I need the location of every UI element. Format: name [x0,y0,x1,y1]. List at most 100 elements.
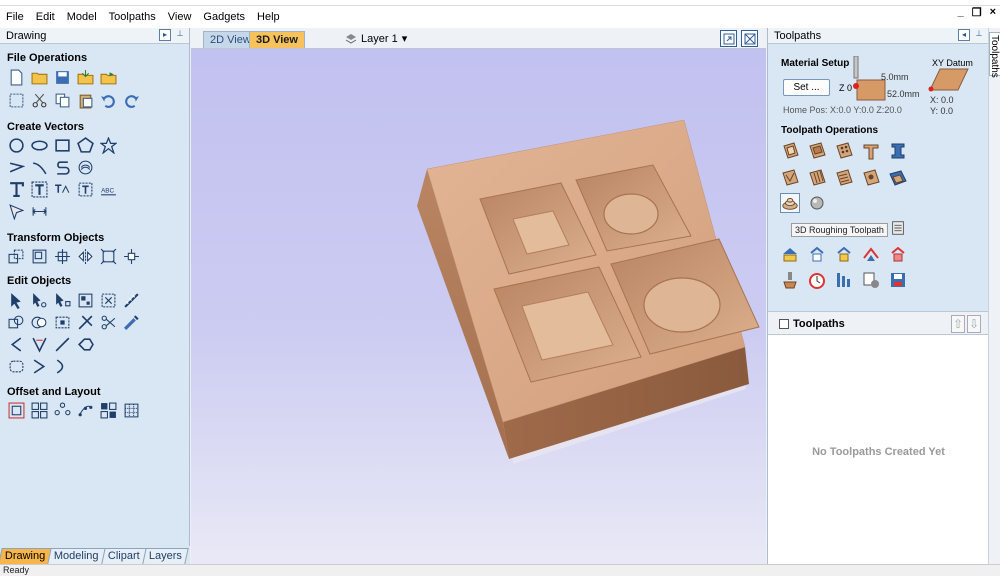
texture-toolpath-icon[interactable] [834,168,854,188]
ungroup-icon[interactable] [99,291,117,309]
recalculate-toolpaths-icon[interactable] [780,244,800,264]
extend-icon[interactable] [53,335,71,353]
3d-finishing-toolpath-icon[interactable] [807,193,827,213]
text-on-curve-icon[interactable] [30,180,48,198]
undo-icon[interactable] [99,91,117,109]
trim-icon[interactable] [76,313,94,331]
tab-clipart[interactable]: Clipart [101,548,147,564]
drilling-toolpath-icon[interactable] [834,141,854,161]
cut-icon[interactable] [30,91,48,109]
scissors-icon[interactable] [99,313,117,331]
nesting-icon[interactable] [99,401,117,419]
curve-icon[interactable] [53,158,71,176]
tile-icon[interactable] [122,401,140,419]
circle-icon[interactable] [7,136,25,154]
arc-icon[interactable] [30,158,48,176]
paste-icon[interactable] [76,91,94,109]
circular-array-icon[interactable] [53,401,71,419]
dock-icon[interactable]: ◂ [958,29,970,41]
ellipse-icon[interactable] [30,136,48,154]
machining-time-icon[interactable] [807,270,827,290]
toolpath-settings-icon[interactable] [861,270,881,290]
prism-toolpath-icon[interactable] [780,168,800,188]
layer-selector[interactable]: Layer 1 ▾ [345,31,407,47]
toolpath-templates-icon[interactable] [888,244,908,264]
new-file-icon[interactable] [7,68,25,86]
3d-roughing-toolpath-icon[interactable] [780,193,800,213]
menu-model[interactable]: Model [61,6,103,28]
scale-icon[interactable] [30,247,48,265]
menu-toolpaths[interactable]: Toolpaths [103,6,162,28]
array-copy-icon[interactable] [30,401,48,419]
snap-icon[interactable] [122,247,140,265]
menu-edit[interactable]: Edit [30,6,61,28]
moulding-toolpath-icon[interactable] [861,168,881,188]
corner-icon[interactable] [30,357,48,375]
pin-icon[interactable]: ⊥ [174,29,186,41]
chamfer-icon[interactable] [30,335,48,353]
text-frame-icon[interactable] [76,180,94,198]
menu-help[interactable]: Help [251,6,286,28]
auto-layout-text-icon[interactable] [53,180,71,198]
toolpath-summary-icon[interactable] [834,244,854,264]
material-set-button[interactable]: Set ... [783,79,830,96]
minimize-button[interactable]: _ [958,6,964,19]
measure-icon[interactable] [122,291,140,309]
rectangle-icon[interactable] [53,136,71,154]
align-icon[interactable] [53,247,71,265]
inlay-toolpath-icon[interactable] [888,141,908,161]
pocket-toolpath-icon[interactable] [807,141,827,161]
tool-database-icon[interactable] [780,270,800,290]
star-icon[interactable] [99,136,117,154]
open-file-icon[interactable] [30,68,48,86]
menu-file[interactable]: File [0,6,30,28]
spiral-icon[interactable] [76,158,94,176]
fluting-toolpath-icon[interactable] [807,168,827,188]
toolpath-merge-icon[interactable] [861,244,881,264]
fillet-icon[interactable] [7,335,25,353]
join-icon[interactable] [76,335,94,353]
redo-icon[interactable] [122,91,140,109]
offset-icon[interactable] [7,401,25,419]
zoom-extents-icon[interactable] [720,30,737,47]
view-settings-icon[interactable] [741,30,758,47]
toolpaths-checkbox[interactable] [779,319,789,329]
profile-toolpath-icon[interactable] [780,141,800,161]
preview-toolpaths-icon[interactable] [807,244,827,264]
menu-view[interactable]: View [162,6,198,28]
text-icon[interactable] [7,180,25,198]
select-arrow-icon[interactable] [7,291,25,309]
menu-gadgets[interactable]: Gadgets [197,6,251,28]
xy-datum-icon[interactable] [928,68,970,92]
offset-curve-icon[interactable] [53,357,71,375]
vcarve-toolpath-icon[interactable] [861,141,881,161]
toolpath-order-icon[interactable] [834,270,854,290]
tab-modeling[interactable]: Modeling [47,548,106,564]
3d-viewport[interactable] [191,49,766,564]
abc-text-icon[interactable]: ABC [99,180,117,198]
copy-along-vectors-icon[interactable] [76,401,94,419]
close-button[interactable]: × [990,6,996,19]
tab-3d-view[interactable]: 3D View [249,31,305,48]
close-vector-icon[interactable] [7,357,25,375]
save-icon[interactable] [53,68,71,86]
mirror-icon[interactable] [76,247,94,265]
subtract-icon[interactable] [30,313,48,331]
restore-button[interactable]: ❐ [972,6,982,19]
toolpath-template-icon[interactable] [888,218,908,238]
dimension-icon[interactable] [30,202,48,220]
select-all-icon[interactable] [7,91,25,109]
import-icon[interactable] [76,68,94,86]
transform-select-icon[interactable] [53,291,71,309]
polyline-icon[interactable] [7,158,25,176]
tab-drawing[interactable]: Drawing [0,548,53,564]
intersect-icon[interactable] [53,313,71,331]
smooth-curve-icon[interactable] [122,313,140,331]
toolpaths-list[interactable]: No Toolpaths Created Yet [768,335,989,564]
tab-layers[interactable]: Layers [142,548,189,564]
toolpaths-rail-tab[interactable]: Toolpaths [989,32,1000,78]
group-icon[interactable] [76,291,94,309]
polygon-icon[interactable] [76,136,94,154]
save-toolpath-icon[interactable] [888,270,908,290]
draw-tool-icon[interactable] [7,202,25,220]
